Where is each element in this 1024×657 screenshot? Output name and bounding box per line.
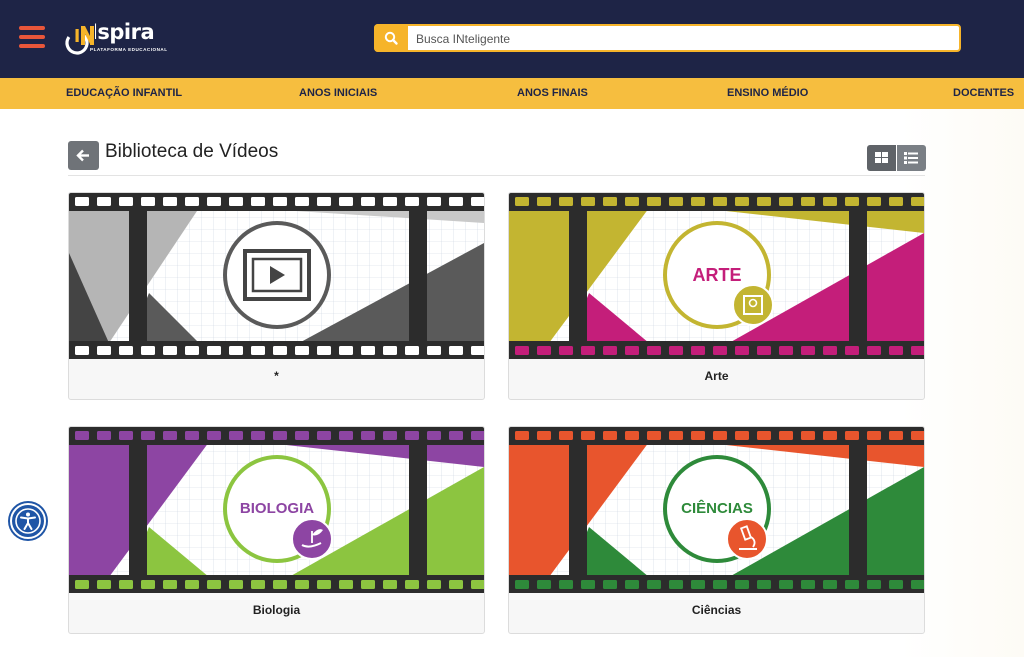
- power-logo-icon: [65, 26, 94, 55]
- title-divider: [68, 175, 925, 176]
- card-badge-text: CIÊNCIAS: [681, 499, 753, 517]
- video-card-arte[interactable]: ARTE Arte: [508, 192, 925, 400]
- nav-anos-finais[interactable]: ANOS FINAIS: [517, 87, 588, 99]
- grid-view-button[interactable]: [867, 145, 896, 171]
- nav-educacao-infantil[interactable]: EDUCAÇÃO INFANTIL: [66, 87, 182, 99]
- card-thumbnail: CIÊNCIAS: [509, 427, 924, 593]
- card-title: Ciências: [691, 603, 742, 617]
- search-input[interactable]: [416, 30, 946, 48]
- video-card-all[interactable]: *: [68, 192, 485, 400]
- video-card-biologia[interactable]: BIOLOGIA Biologia: [68, 426, 485, 634]
- top-header: INspira PLATAFORMA EDUCACIONAL: [0, 0, 1024, 78]
- plant-hand-icon: [291, 518, 333, 560]
- video-card-ciencias[interactable]: CIÊNCIAS Ciências: [508, 426, 925, 634]
- card-thumbnail: [69, 193, 484, 359]
- card-thumbnail: ARTE: [509, 193, 924, 359]
- grid-view-icon: [875, 152, 888, 163]
- nav-docentes[interactable]: DOCENTES: [953, 87, 1014, 99]
- card-title: Biologia: [252, 603, 301, 617]
- hamburger-menu-button[interactable]: [19, 26, 45, 50]
- search-button[interactable]: [374, 24, 408, 52]
- page-title: Biblioteca de Vídeos: [105, 141, 279, 162]
- list-view-button[interactable]: [897, 145, 926, 171]
- category-nav: EDUCAÇÃO INFANTIL ANOS INICIAIS ANOS FIN…: [0, 78, 1024, 109]
- hamburger-icon: [19, 26, 45, 30]
- art-frame-icon: [732, 284, 774, 326]
- card-title: Arte: [704, 369, 729, 383]
- card-thumbnail: BIOLOGIA: [69, 427, 484, 593]
- search-icon: [384, 31, 398, 45]
- nav-ensino-medio[interactable]: ENSINO MÉDIO: [727, 87, 808, 99]
- back-button[interactable]: [68, 141, 99, 170]
- search-bar: [374, 24, 961, 52]
- accessibility-icon: [15, 508, 41, 534]
- nav-anos-iniciais[interactable]: ANOS INICIAIS: [299, 87, 377, 99]
- arrow-left-icon: [76, 149, 89, 162]
- card-badge-text: ARTE: [693, 265, 742, 285]
- brand-logo[interactable]: INspira PLATAFORMA EDUCACIONAL: [64, 18, 167, 62]
- logo-subtitle: PLATAFORMA EDUCACIONAL: [90, 47, 168, 52]
- card-badge-text: BIOLOGIA: [240, 500, 314, 517]
- card-title: *: [274, 369, 279, 383]
- view-toggle: [867, 145, 926, 171]
- microscope-icon: [726, 518, 768, 560]
- accessibility-button[interactable]: [10, 503, 46, 539]
- list-view-icon: [904, 152, 918, 164]
